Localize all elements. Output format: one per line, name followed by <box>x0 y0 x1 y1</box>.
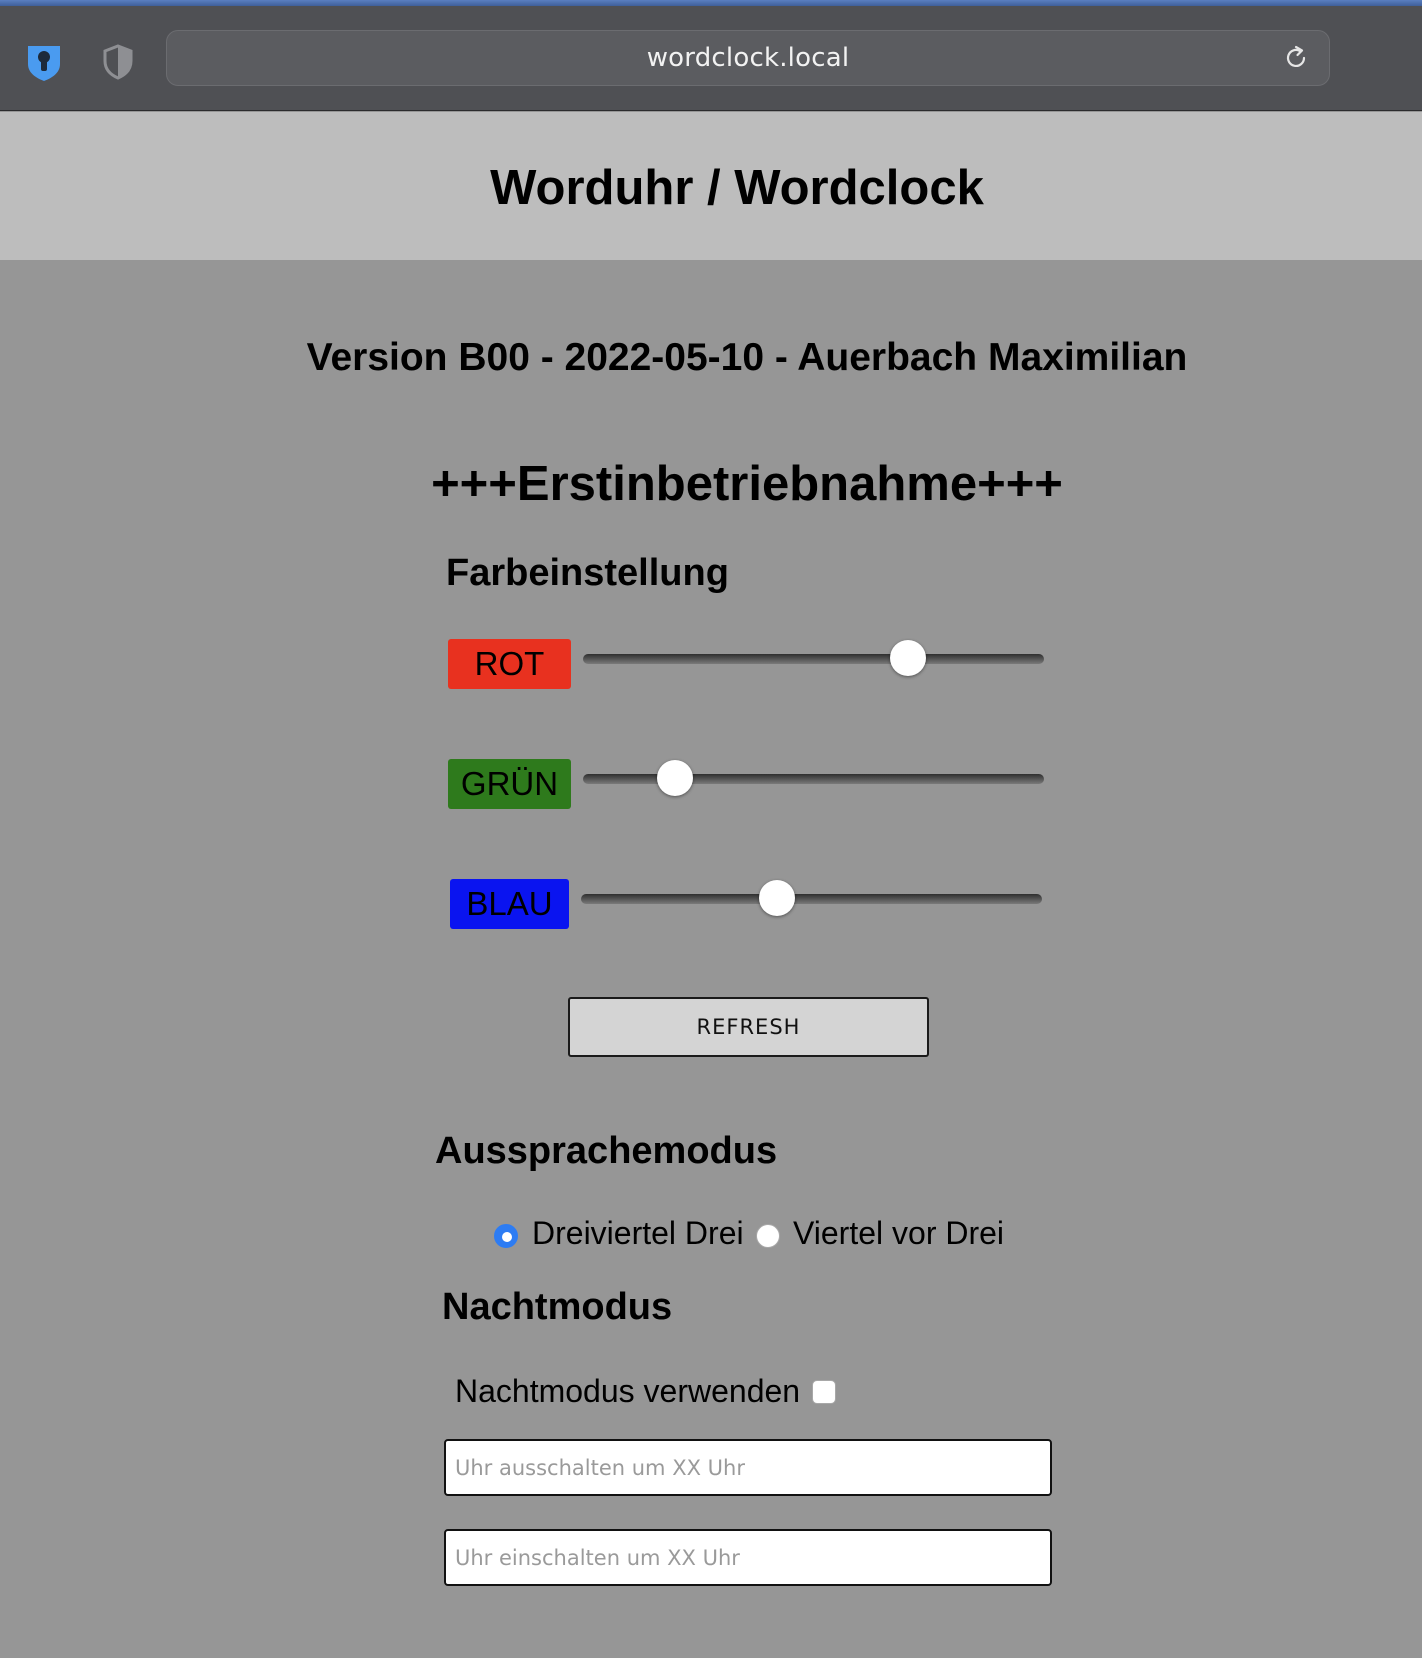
off-time-input[interactable] <box>444 1439 1052 1496</box>
radio-label-viertel-vor: Viertel vor Drei <box>793 1215 1005 1251</box>
slider-thumb[interactable] <box>890 640 926 676</box>
slider-track[interactable] <box>583 774 1044 784</box>
green-label: GRÜN <box>448 759 571 809</box>
browser-toolbar: wordclock.local <box>0 6 1422 111</box>
browser-window: wordclock.local Worduhr / Wordclock Vers… <box>0 0 1422 1658</box>
radio-label-dreiviertel: Dreiviertel Drei <box>532 1215 744 1251</box>
section-title: +++Erstinbetriebnahme+++ <box>431 457 1063 511</box>
radio-viertel-vor[interactable] <box>756 1224 780 1248</box>
version-text: Version B00 - 2022-05-10 - Auerbach Maxi… <box>306 336 1188 379</box>
slider-thumb[interactable] <box>657 760 694 796</box>
night-mode-label: Nachtmodus verwenden <box>455 1373 801 1409</box>
color-settings-heading: Farbeinstellung <box>446 552 729 594</box>
slider-track[interactable] <box>583 654 1044 664</box>
red-slider[interactable] <box>583 639 1044 679</box>
refresh-button[interactable]: REFRESH <box>568 997 929 1057</box>
night-mode-heading: Nachtmodus <box>442 1286 673 1328</box>
url-text: wordclock.local <box>646 43 850 73</box>
reload-icon[interactable] <box>1281 43 1311 73</box>
slider-thumb[interactable] <box>758 880 795 916</box>
night-mode-checkbox[interactable] <box>812 1380 836 1404</box>
red-label: ROT <box>448 639 571 689</box>
blue-label: BLAU <box>450 879 569 929</box>
password-manager-icon[interactable] <box>22 40 66 84</box>
slider-track[interactable] <box>581 894 1042 904</box>
on-time-input[interactable] <box>444 1529 1052 1586</box>
shield-icon[interactable] <box>100 40 136 84</box>
pronunciation-heading: Aussprachemodus <box>435 1130 778 1172</box>
page-header: Worduhr / Wordclock <box>0 112 1422 260</box>
radio-dreiviertel[interactable] <box>494 1224 518 1248</box>
green-slider[interactable] <box>583 759 1044 799</box>
page-title: Worduhr / Wordclock <box>490 161 984 215</box>
address-bar[interactable]: wordclock.local <box>166 30 1330 86</box>
blue-slider[interactable] <box>581 879 1042 919</box>
